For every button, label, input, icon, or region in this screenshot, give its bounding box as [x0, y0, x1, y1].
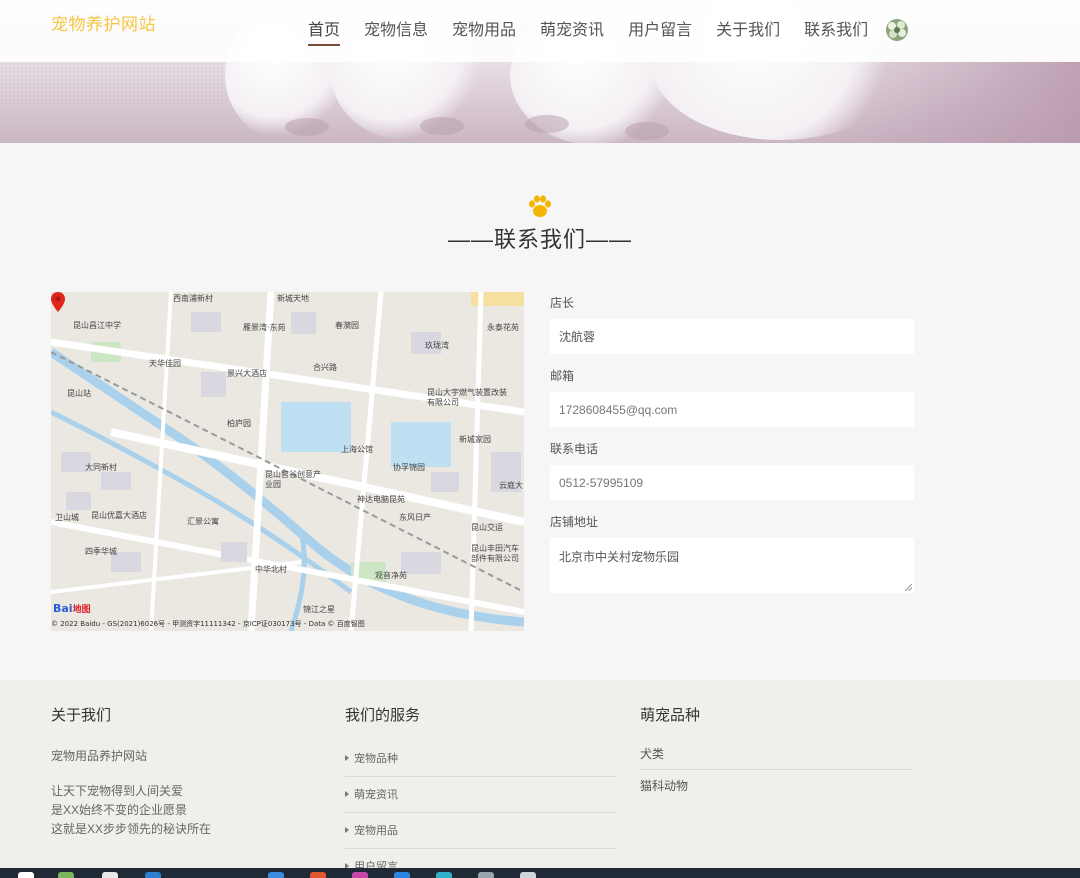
caret-right-icon: [345, 827, 349, 833]
map-label: 四季华城: [85, 547, 117, 556]
email-field[interactable]: 1728608455@qq.com: [550, 392, 914, 427]
caret-right-icon: [345, 755, 349, 761]
taskbar-app-icon[interactable]: [58, 872, 74, 878]
footer: 关于我们 宠物用品养护网站 让天下宠物得到人间关爱 是XX始终不变的企业愿景 这…: [0, 680, 1080, 873]
map-label: 中华北村: [255, 565, 287, 574]
map-label: 合兴路: [313, 363, 337, 372]
map-label: 大同新村: [85, 463, 117, 472]
taskbar-app-icon[interactable]: [394, 872, 410, 878]
map-label: 柏庐园: [227, 419, 251, 428]
nav-contact[interactable]: 联系我们: [792, 14, 880, 46]
map-label: 昆山交运: [471, 523, 503, 532]
main-nav: 首页 宠物信息 宠物用品 萌宠资讯 用户留言 关于我们 联系我们: [296, 14, 880, 46]
map-pin-icon[interactable]: [51, 292, 65, 312]
footer-about-title: 关于我们: [51, 707, 112, 724]
map-label: 东风日产: [399, 513, 431, 522]
windows-start-icon[interactable]: [18, 872, 34, 878]
footer-about-line: 是XX始终不变的企业愿景: [51, 803, 188, 817]
map-copyright: © 2022 Baidu - GS(2021)6026号 - 甲测资字11111…: [51, 620, 365, 628]
footer-breeds: 萌宠品种 犬类 猫科动物: [640, 704, 912, 802]
footer-link-supplies[interactable]: 宠物用品: [345, 813, 617, 849]
map-label: 新城天地: [277, 294, 309, 303]
hero-banner: 宠物养护网站 首页 宠物信息 宠物用品 萌宠资讯 用户留言 关于我们 联系我们: [0, 0, 1080, 143]
os-taskbar: [0, 868, 1080, 878]
footer-site-name: 宠物用品养护网站: [51, 749, 148, 763]
flower-icon: [886, 19, 908, 41]
map-label: 永泰花苑: [487, 323, 519, 332]
taskbar-app-icon[interactable]: [520, 872, 536, 878]
paw-shape: [285, 118, 329, 136]
footer-breeds-title: 萌宠品种: [640, 707, 701, 724]
map-label: 昆山智谷创意产业园: [265, 470, 321, 489]
map-canvas: [51, 292, 524, 631]
paw-shape: [625, 122, 669, 140]
taskbar-app-icon[interactable]: [436, 872, 452, 878]
footer-about-line: 让天下宠物得到人间关爱: [51, 784, 184, 798]
map-label: 云庭大: [499, 481, 523, 490]
taskbar-app-icon[interactable]: [102, 872, 118, 878]
footer-about-line: 这就是XX步步领先的秘诀所在: [51, 822, 212, 836]
footer-services: 我们的服务 宠物品种 萌宠资讯 宠物用品 用户留言: [345, 704, 617, 878]
email-label: 邮箱: [550, 369, 575, 383]
address-value: 北京市中关村宠物乐园: [559, 550, 680, 564]
footer-link-news[interactable]: 萌宠资讯: [345, 777, 617, 813]
map-label: 昆山优嘉大酒店: [91, 511, 147, 520]
map-label: 协孚锦园: [393, 463, 425, 472]
footer-breed-dogs[interactable]: 犬类: [640, 738, 912, 770]
taskbar-app-icon[interactable]: [478, 872, 494, 878]
paw-icon: [529, 195, 551, 217]
map-label: 西南浦新村: [173, 294, 213, 303]
taskbar-app-icon[interactable]: [352, 872, 368, 878]
map-label: 昆山站: [67, 389, 91, 398]
map-label: 新城家园: [459, 435, 491, 444]
nav-pet-info[interactable]: 宠物信息: [352, 14, 440, 46]
caret-right-icon: [345, 791, 349, 797]
section-title: ——联系我们——: [447, 227, 632, 252]
address-textarea[interactable]: 北京市中关村宠物乐园: [550, 538, 914, 593]
map-label: 上海公馆: [341, 445, 373, 454]
map-label: 锦江之星: [303, 605, 335, 614]
nav-pet-supplies[interactable]: 宠物用品: [440, 14, 528, 46]
resize-handle[interactable]: [905, 584, 912, 591]
map-label: 昆山大宇燃气装置改装有限公司: [427, 388, 507, 407]
map-label: 玖珑湾: [425, 341, 449, 350]
site-logo[interactable]: 宠物养护网站: [51, 10, 156, 35]
map-label: 天华佳园: [149, 359, 181, 368]
nav-home[interactable]: 首页: [296, 14, 352, 46]
nav-about[interactable]: 关于我们: [704, 14, 792, 46]
map-label: 春漪园: [335, 321, 359, 330]
footer-about: 关于我们 宠物用品养护网站 让天下宠物得到人间关爱 是XX始终不变的企业愿景 这…: [51, 704, 211, 839]
map-label: 昆山昌江中学: [73, 321, 121, 330]
footer-breed-cats[interactable]: 猫科动物: [640, 770, 912, 802]
map-label: 景兴大酒店: [227, 369, 267, 378]
nav-messages[interactable]: 用户留言: [616, 14, 704, 46]
taskbar-app-icon[interactable]: [268, 872, 284, 878]
contact-form: 店长 沈航蓉 邮箱 1728608455@qq.com 联系电话 0512-57…: [550, 292, 914, 593]
map-label: 雁景湾·东苑: [243, 323, 286, 332]
taskbar-app-icon[interactable]: [310, 872, 326, 878]
map-label: 卫山城: [55, 513, 79, 522]
baidu-map[interactable]: 西南浦新村 新城天地 昆山昌江中学 雁景湾·东苑 春漪园 永泰花苑 玖珑湾 天华…: [51, 292, 524, 631]
map-label: 观音净苑: [375, 571, 407, 580]
phone-field[interactable]: 0512-57995109: [550, 465, 914, 500]
owner-label: 店长: [550, 296, 575, 310]
section-header: ——联系我们——: [0, 192, 1080, 254]
map-label: 神达电脑昆苑: [357, 495, 405, 504]
baidu-logo: Bai地图: [53, 602, 91, 615]
map-label: 昆山丰田汽车部件有限公司: [471, 544, 519, 563]
address-label: 店铺地址: [550, 515, 599, 529]
phone-label: 联系电话: [550, 442, 599, 456]
footer-services-title: 我们的服务: [345, 707, 421, 724]
map-label: 汇景公寓: [187, 517, 219, 526]
taskbar-app-icon[interactable]: [145, 872, 161, 878]
paw-shape: [525, 115, 569, 133]
owner-field[interactable]: 沈航蓉: [550, 319, 914, 354]
footer-link-breeds[interactable]: 宠物品种: [345, 741, 617, 777]
nav-pet-news[interactable]: 萌宠资讯: [528, 14, 616, 46]
paw-shape: [420, 117, 464, 135]
